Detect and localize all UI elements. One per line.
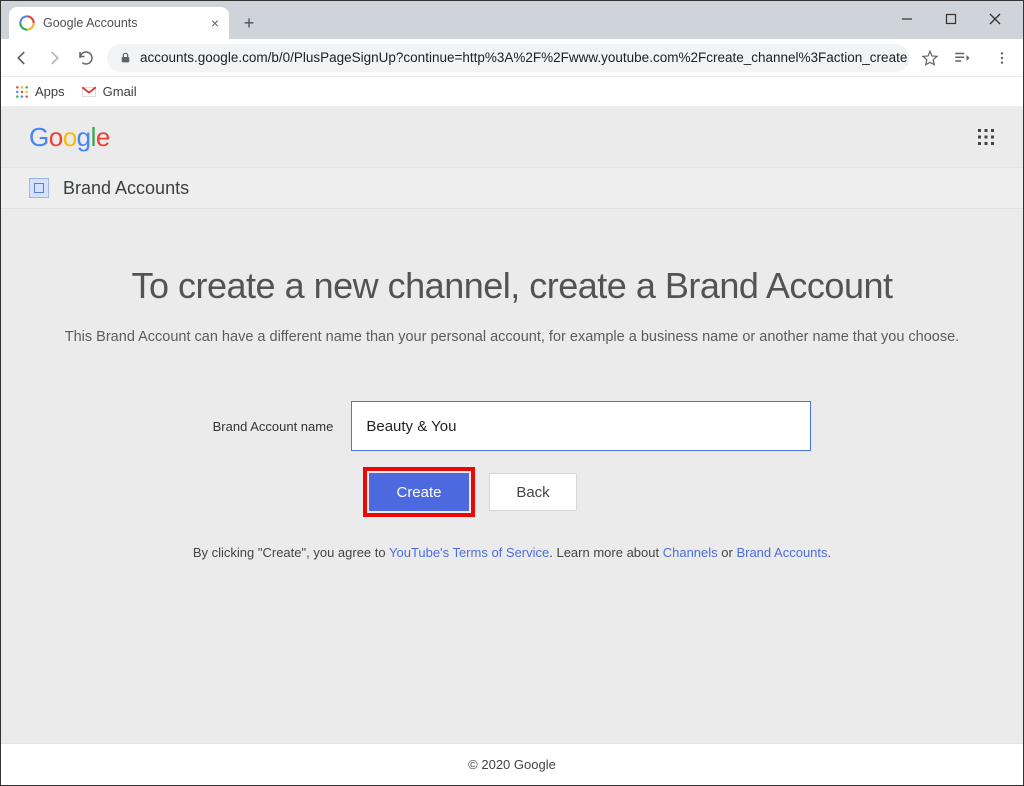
maximize-button[interactable] xyxy=(929,5,973,33)
minimize-button[interactable] xyxy=(885,5,929,33)
brand-accounts-link[interactable]: Brand Accounts xyxy=(736,545,827,560)
brand-name-row: Brand Account name xyxy=(1,401,1023,451)
close-tab-icon[interactable]: × xyxy=(211,15,219,31)
channels-link[interactable]: Channels xyxy=(663,545,718,560)
create-button-highlight: Create xyxy=(363,467,475,517)
google-logo[interactable]: Google xyxy=(29,122,110,153)
gmail-bookmark[interactable]: Gmail xyxy=(81,84,137,99)
apps-label: Apps xyxy=(35,84,65,99)
page-title: To create a new channel, create a Brand … xyxy=(1,265,1023,307)
google-header: Google xyxy=(1,107,1023,167)
address-bar: accounts.google.com/b/0/PlusPageSignUp?c… xyxy=(1,39,1023,77)
url-text: accounts.google.com/b/0/PlusPageSignUp?c… xyxy=(140,50,909,65)
brand-name-label: Brand Account name xyxy=(213,419,334,434)
gmail-icon xyxy=(81,86,97,98)
star-bookmark-icon[interactable] xyxy=(919,47,941,69)
apps-bookmark[interactable]: Apps xyxy=(15,84,65,99)
brand-accounts-subheader: Brand Accounts xyxy=(1,167,1023,209)
back-button[interactable]: Back xyxy=(489,473,577,511)
footer-text: © 2020 Google xyxy=(468,757,556,772)
brand-account-icon xyxy=(29,178,49,198)
back-nav-icon[interactable] xyxy=(11,47,33,69)
create-button[interactable]: Create xyxy=(369,473,469,511)
tab-title: Google Accounts xyxy=(43,16,203,30)
lock-icon xyxy=(119,51,132,64)
gmail-label: Gmail xyxy=(103,84,137,99)
close-window-button[interactable] xyxy=(973,5,1017,33)
reload-icon[interactable] xyxy=(75,47,97,69)
window-controls xyxy=(885,5,1017,33)
menu-icon[interactable] xyxy=(991,47,1013,69)
youtube-tos-link[interactable]: YouTube's Terms of Service xyxy=(389,545,549,560)
page-footer: © 2020 Google xyxy=(1,743,1023,785)
brand-name-input[interactable] xyxy=(351,401,811,451)
apps-grid-icon xyxy=(15,85,29,99)
new-tab-button[interactable]: + xyxy=(235,9,263,37)
url-input[interactable]: accounts.google.com/b/0/PlusPageSignUp?c… xyxy=(107,44,909,72)
bookmarks-bar: Apps Gmail xyxy=(1,77,1023,107)
media-control-icon[interactable] xyxy=(951,47,973,69)
google-favicon-icon xyxy=(19,15,35,31)
forward-nav-icon[interactable] xyxy=(43,47,65,69)
browser-titlebar: Google Accounts × + xyxy=(1,1,1023,39)
main-content: To create a new channel, create a Brand … xyxy=(1,209,1023,560)
terms-text: By clicking "Create", you agree to YouTu… xyxy=(1,545,1023,560)
page-content: Google Brand Accounts To create a new ch… xyxy=(1,107,1023,785)
subheader-title: Brand Accounts xyxy=(63,178,189,199)
page-description: This Brand Account can have a different … xyxy=(1,329,1023,345)
browser-tab[interactable]: Google Accounts × xyxy=(9,7,229,39)
google-apps-icon[interactable] xyxy=(977,128,995,146)
